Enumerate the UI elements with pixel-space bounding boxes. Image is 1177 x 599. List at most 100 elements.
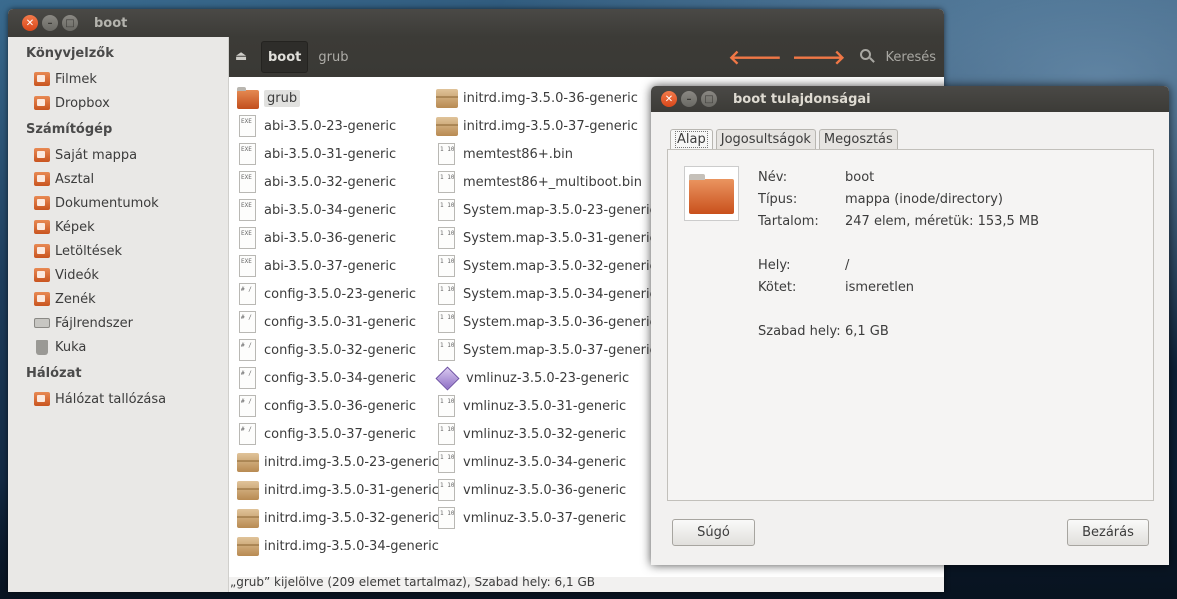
type-label: Típus: [758, 192, 798, 207]
file-item[interactable]: 1 10 101 System.map-3.5.0-34-generic [436, 280, 657, 308]
binary-file-icon: 1 10 101 [438, 255, 455, 277]
window-title: boot [94, 15, 128, 31]
file-item[interactable]: 1 10 101 memtest86+_multiboot.bin [436, 168, 657, 196]
file-item[interactable]: 1 10 101 System.map-3.5.0-32-generic [436, 252, 657, 280]
file-item[interactable]: 1 10 101 vmlinuz-3.5.0-36-generic [436, 476, 657, 504]
file-item[interactable]: # / # / config-3.5.0-31-generic [237, 308, 439, 336]
file-item[interactable]: vmlinuz-3.5.0-23-generic [435, 364, 657, 392]
file-item[interactable]: EXE EXE EXE abi-3.5.0-34-generic [237, 196, 439, 224]
package-icon [436, 116, 458, 136]
forward-arrow-icon[interactable]: 🡒 [792, 45, 846, 69]
file-item[interactable]: EXE EXE EXE abi-3.5.0-36-generic [237, 224, 439, 252]
properties-dialog: ✕ – □ boot tulajdonságai Alap Jogosultsá… [651, 86, 1169, 565]
sidebar-item[interactable]: Saját mappa [8, 143, 228, 167]
file-item[interactable]: # / # / config-3.5.0-32-generic [237, 336, 439, 364]
file-name: initrd.img-3.5.0-37-generic [463, 118, 638, 134]
close-window-button[interactable]: ✕ [22, 15, 38, 31]
file-item[interactable]: 1 10 101 vmlinuz-3.5.0-32-generic [436, 420, 657, 448]
name-label: Név: [758, 170, 788, 185]
breadcrumb-grub[interactable]: grub [312, 41, 354, 73]
name-value[interactable]: boot [845, 170, 874, 185]
file-name: memtest86+_multiboot.bin [463, 174, 642, 190]
file-item[interactable]: EXE EXE EXE abi-3.5.0-37-generic [237, 252, 439, 280]
executable-file-icon: EXE EXE EXE [239, 143, 256, 165]
sidebar-item[interactable]: Zenék [8, 287, 228, 311]
music-folder-icon [34, 292, 50, 306]
sidebar-item[interactable]: Képek [8, 215, 228, 239]
file-name: vmlinuz-3.5.0-37-generic [463, 510, 627, 526]
close-button[interactable]: Bezárás [1067, 519, 1149, 546]
sidebar-item-label: Filmek [55, 71, 97, 87]
file-name: memtest86+.bin [463, 146, 573, 162]
file-item[interactable]: initrd.img-3.5.0-23-generic [237, 448, 439, 476]
back-arrow-icon[interactable]: 🡐 [728, 45, 782, 69]
file-item[interactable]: initrd.img-3.5.0-34-generic [237, 532, 439, 560]
file-item[interactable]: grub [237, 84, 439, 112]
sidebar-item[interactable]: Asztal [8, 167, 228, 191]
window-titlebar[interactable]: ✕ – □ boot [8, 9, 944, 37]
home-folder-icon [34, 148, 50, 162]
tab-alap[interactable]: Alap [670, 129, 713, 150]
breadcrumb-boot[interactable]: boot [261, 41, 309, 73]
minimize-dialog-button[interactable]: – [681, 91, 697, 107]
file-name: config-3.5.0-36-generic [264, 398, 417, 414]
dialog-titlebar[interactable]: ✕ – □ boot tulajdonságai [651, 86, 1169, 112]
file-item[interactable]: EXE EXE EXE abi-3.5.0-23-generic [237, 112, 439, 140]
file-item[interactable]: initrd.img-3.5.0-31-generic [237, 476, 439, 504]
file-item[interactable]: # / # / config-3.5.0-36-generic [237, 392, 439, 420]
free-space-label: Szabad hely: [758, 324, 841, 339]
sidebar-item[interactable]: Fájlrendszer [8, 311, 228, 335]
file-item[interactable]: # / # / config-3.5.0-23-generic [237, 280, 439, 308]
executable-file-icon: EXE EXE EXE [239, 115, 256, 137]
script-file-icon: # / # / [239, 395, 256, 417]
maximize-window-button[interactable]: □ [62, 15, 78, 31]
file-item[interactable]: EXE EXE EXE abi-3.5.0-31-generic [237, 140, 439, 168]
file-item[interactable]: initrd.img-3.5.0-37-generic [436, 112, 657, 140]
sidebar-item-label: Dropbox [55, 95, 110, 111]
binary-file-icon: 1 10 101 [438, 395, 455, 417]
file-item[interactable]: EXE EXE EXE abi-3.5.0-32-generic [237, 168, 439, 196]
tab-jogosultsagok[interactable]: Jogosultságok [715, 129, 816, 149]
type-value: mappa (inode/directory) [845, 192, 1003, 207]
file-item[interactable]: 1 10 101 vmlinuz-3.5.0-34-generic [436, 448, 657, 476]
sidebar-item[interactable]: Hálózat tallózása [8, 387, 228, 411]
file-item[interactable]: 1 10 101 vmlinuz-3.5.0-37-generic [436, 504, 657, 532]
sidebar-item[interactable]: Dokumentumok [8, 191, 228, 215]
file-item[interactable]: 1 10 101 vmlinuz-3.5.0-31-generic [436, 392, 657, 420]
file-item[interactable]: 1 10 101 System.map-3.5.0-31-generic [436, 224, 657, 252]
sidebar-item[interactable]: Letöltések [8, 239, 228, 263]
toolbar: ⏏ boot grub 🡐 🡒 Keresés [229, 37, 944, 77]
file-name: initrd.img-3.5.0-23-generic [264, 454, 439, 470]
close-dialog-button[interactable]: ✕ [661, 91, 677, 107]
sidebar-item[interactable]: Dropbox [8, 91, 228, 115]
file-item[interactable]: 1 10 101 memtest86+.bin [436, 140, 657, 168]
location-value: / [845, 258, 850, 273]
trash-icon [36, 339, 48, 355]
drive-icon[interactable]: ⏏ [235, 50, 253, 64]
package-icon [237, 480, 259, 500]
folder-icon[interactable] [684, 166, 739, 221]
file-item[interactable]: initrd.img-3.5.0-32-generic [237, 504, 439, 532]
maximize-dialog-button[interactable]: □ [701, 91, 717, 107]
sidebar-item-label: Képek [55, 219, 95, 235]
help-button[interactable]: Súgó [672, 519, 755, 546]
sidebar-item[interactable]: Kuka [8, 335, 228, 359]
file-item[interactable]: 1 10 101 System.map-3.5.0-23-generic [436, 196, 657, 224]
sidebar-item-label: Dokumentumok [55, 195, 159, 211]
search-label[interactable]: Keresés [886, 50, 936, 65]
file-item[interactable]: initrd.img-3.5.0-36-generic [436, 84, 657, 112]
sidebar-item[interactable]: Videók [8, 263, 228, 287]
dialog-tabs: Alap Jogosultságok Megosztás [670, 129, 901, 150]
file-item[interactable]: 1 10 101 System.map-3.5.0-36-generic [436, 308, 657, 336]
file-item[interactable]: 1 10 101 System.map-3.5.0-37-generic [436, 336, 657, 364]
executable-file-icon: EXE EXE EXE [239, 171, 256, 193]
minimize-window-button[interactable]: – [42, 15, 58, 31]
file-item[interactable]: # / # / config-3.5.0-37-generic [237, 420, 439, 448]
tab-megosztas[interactable]: Megosztás [818, 129, 898, 149]
free-space-value: 6,1 GB [845, 324, 889, 339]
binary-file-icon: 1 10 101 [438, 227, 455, 249]
package-icon [237, 508, 259, 528]
search-icon[interactable] [859, 49, 876, 65]
file-item[interactable]: # / # / config-3.5.0-34-generic [237, 364, 439, 392]
sidebar-item[interactable]: Filmek [8, 67, 228, 91]
